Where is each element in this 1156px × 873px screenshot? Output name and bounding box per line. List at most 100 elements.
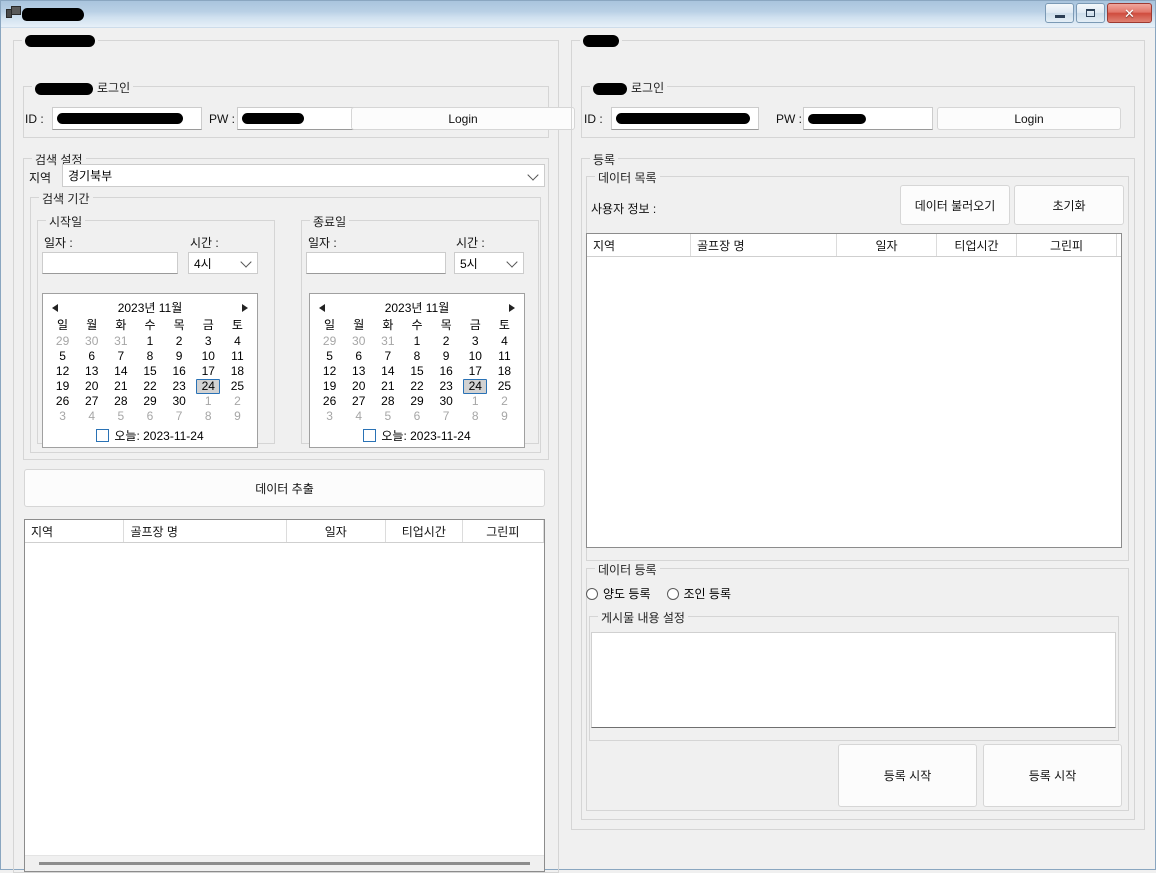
calendar-day[interactable]: 30 bbox=[165, 394, 194, 409]
load-data-button[interactable]: 데이터 불러오기 bbox=[900, 185, 1010, 225]
minimize-button[interactable] bbox=[1045, 3, 1074, 23]
calendar-day[interactable]: 4 bbox=[490, 334, 519, 349]
calendar-day[interactable]: 5 bbox=[315, 349, 344, 364]
column-header-region[interactable]: 지역 bbox=[25, 520, 124, 542]
calendar-day[interactable]: 19 bbox=[48, 379, 77, 394]
calendar-day[interactable]: 29 bbox=[315, 334, 344, 349]
calendar-day[interactable]: 13 bbox=[344, 364, 373, 379]
calendar-day[interactable]: 26 bbox=[48, 394, 77, 409]
calendar-day[interactable]: 3 bbox=[194, 334, 223, 349]
calendar-day[interactable]: 16 bbox=[165, 364, 194, 379]
reset-button[interactable]: 초기화 bbox=[1014, 185, 1124, 225]
calendar-day[interactable]: 16 bbox=[432, 364, 461, 379]
calendar-day[interactable]: 6 bbox=[402, 409, 431, 424]
scroll-thumb[interactable] bbox=[39, 862, 530, 865]
column-header-course[interactable]: 골프장 명 bbox=[124, 520, 286, 542]
calendar-day[interactable]: 12 bbox=[48, 364, 77, 379]
calendar-day[interactable]: 6 bbox=[135, 409, 164, 424]
calendar-day[interactable]: 2 bbox=[490, 394, 519, 409]
column-header-greenfee[interactable]: 그린피 bbox=[463, 520, 544, 542]
calendar-day[interactable]: 1 bbox=[461, 394, 490, 409]
calendar-day[interactable]: 6 bbox=[77, 349, 106, 364]
calendar-day[interactable]: 13 bbox=[77, 364, 106, 379]
calendar-day[interactable]: 20 bbox=[77, 379, 106, 394]
next-month-icon[interactable] bbox=[509, 304, 515, 312]
start-calendar[interactable]: 2023년 11월 일월화수목금토29303112345678910111213… bbox=[42, 293, 258, 448]
calendar-day[interactable]: 9 bbox=[223, 409, 252, 424]
calendar-day[interactable]: 2 bbox=[223, 394, 252, 409]
calendar-day[interactable]: 29 bbox=[135, 394, 164, 409]
right-id-input[interactable] bbox=[611, 107, 759, 130]
calendar-day[interactable]: 12 bbox=[315, 364, 344, 379]
end-calendar-grid[interactable]: 일월화수목금토293031123456789101112131415161718… bbox=[315, 317, 519, 424]
calendar-day[interactable]: 31 bbox=[373, 334, 402, 349]
start-calendar-grid[interactable]: 일월화수목금토293031123456789101112131415161718… bbox=[48, 317, 252, 424]
calendar-day[interactable]: 25 bbox=[490, 379, 519, 394]
column-header-course[interactable]: 골프장 명 bbox=[691, 234, 837, 256]
close-button[interactable]: ✕ bbox=[1107, 3, 1152, 23]
calendar-day[interactable]: 28 bbox=[106, 394, 135, 409]
calendar-day[interactable]: 20 bbox=[344, 379, 373, 394]
region-select[interactable]: 경기북부 bbox=[62, 164, 545, 187]
left-grid-hscrollbar[interactable] bbox=[25, 855, 544, 871]
left-login-button[interactable]: Login bbox=[351, 107, 575, 130]
end-time-select[interactable]: 5시 bbox=[454, 252, 524, 274]
calendar-day[interactable]: 9 bbox=[490, 409, 519, 424]
column-header-teetime[interactable]: 티업시간 bbox=[386, 520, 463, 542]
right-data-grid[interactable]: 지역 골프장 명 일자 티업시간 그린피 bbox=[586, 233, 1122, 548]
calendar-day[interactable]: 2 bbox=[165, 334, 194, 349]
prev-month-icon[interactable] bbox=[52, 304, 58, 312]
calendar-day[interactable]: 18 bbox=[490, 364, 519, 379]
calendar-day[interactable]: 14 bbox=[106, 364, 135, 379]
maximize-button[interactable] bbox=[1076, 3, 1105, 23]
calendar-day[interactable]: 8 bbox=[135, 349, 164, 364]
start-time-select[interactable]: 4시 bbox=[188, 252, 258, 274]
calendar-day[interactable]: 1 bbox=[194, 394, 223, 409]
end-calendar[interactable]: 2023년 11월 일월화수목금토29303112345678910111213… bbox=[309, 293, 525, 448]
calendar-day[interactable]: 30 bbox=[344, 334, 373, 349]
left-result-grid[interactable]: 지역 골프장 명 일자 티업시간 그린피 bbox=[24, 519, 545, 872]
start-date-input[interactable] bbox=[42, 252, 178, 274]
post-content-textarea[interactable] bbox=[591, 632, 1116, 728]
calendar-day[interactable]: 26 bbox=[315, 394, 344, 409]
calendar-day[interactable]: 7 bbox=[165, 409, 194, 424]
end-date-input[interactable] bbox=[306, 252, 446, 274]
calendar-day[interactable]: 22 bbox=[402, 379, 431, 394]
calendar-day[interactable]: 21 bbox=[373, 379, 402, 394]
today-checkbox[interactable] bbox=[96, 429, 109, 442]
calendar-day[interactable]: 7 bbox=[432, 409, 461, 424]
calendar-day[interactable]: 5 bbox=[373, 409, 402, 424]
calendar-day[interactable]: 1 bbox=[402, 334, 431, 349]
right-pw-input[interactable] bbox=[803, 107, 933, 130]
calendar-day[interactable]: 5 bbox=[106, 409, 135, 424]
calendar-day[interactable]: 24 bbox=[194, 379, 223, 394]
calendar-day[interactable]: 22 bbox=[135, 379, 164, 394]
calendar-day[interactable]: 8 bbox=[194, 409, 223, 424]
calendar-day-selected[interactable]: 24 bbox=[196, 379, 220, 394]
extract-data-button[interactable]: 데이터 추출 bbox=[24, 469, 545, 507]
calendar-day-selected[interactable]: 24 bbox=[463, 379, 487, 394]
calendar-day[interactable]: 8 bbox=[461, 409, 490, 424]
calendar-day[interactable]: 11 bbox=[490, 349, 519, 364]
prev-month-icon[interactable] bbox=[319, 304, 325, 312]
calendar-day[interactable]: 7 bbox=[373, 349, 402, 364]
calendar-day[interactable]: 23 bbox=[165, 379, 194, 394]
today-checkbox[interactable] bbox=[363, 429, 376, 442]
calendar-day[interactable]: 3 bbox=[48, 409, 77, 424]
calendar-day[interactable]: 30 bbox=[432, 394, 461, 409]
calendar-day[interactable]: 17 bbox=[194, 364, 223, 379]
column-header-region[interactable]: 지역 bbox=[587, 234, 691, 256]
calendar-day[interactable]: 4 bbox=[223, 334, 252, 349]
calendar-day[interactable]: 27 bbox=[77, 394, 106, 409]
column-header-date[interactable]: 일자 bbox=[287, 520, 386, 542]
calendar-day[interactable]: 15 bbox=[135, 364, 164, 379]
column-header-date[interactable]: 일자 bbox=[837, 234, 937, 256]
calendar-day[interactable]: 8 bbox=[402, 349, 431, 364]
calendar-day[interactable]: 24 bbox=[461, 379, 490, 394]
calendar-day[interactable]: 9 bbox=[165, 349, 194, 364]
calendar-day[interactable]: 7 bbox=[106, 349, 135, 364]
calendar-day[interactable]: 19 bbox=[315, 379, 344, 394]
calendar-day[interactable]: 21 bbox=[106, 379, 135, 394]
calendar-day[interactable]: 1 bbox=[135, 334, 164, 349]
calendar-day[interactable]: 3 bbox=[315, 409, 344, 424]
